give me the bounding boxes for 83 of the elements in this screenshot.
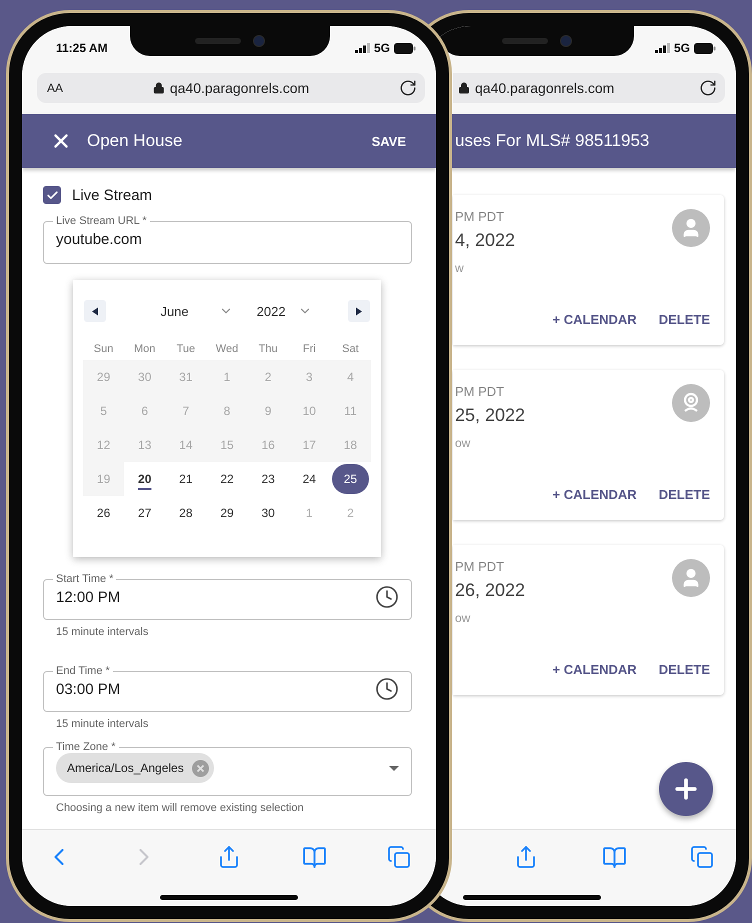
card-note: w <box>455 261 465 275</box>
helper-text: 15 minute intervals <box>56 626 150 638</box>
calendar-day[interactable]: 22 <box>206 462 248 496</box>
dropdown-caret-icon[interactable] <box>389 766 399 770</box>
app-title: uses For MLS# 98511953 <box>455 131 650 151</box>
card-time: PM PDT <box>455 384 506 399</box>
calendar-day[interactable]: 25 <box>332 464 369 494</box>
calendar-day[interactable]: 26 <box>83 496 124 530</box>
time-field[interactable]: End Time * 03:00 PM <box>43 666 412 712</box>
card-note: ow <box>455 436 472 450</box>
status-time: 11:25 AM <box>56 41 108 55</box>
app-title: Open House <box>87 131 182 151</box>
url-text: qa40.paragonrels.com <box>152 80 310 96</box>
book-icon <box>302 844 326 870</box>
time-zone-field[interactable]: Time Zone * America/Los_Angeles <box>43 742 412 796</box>
check-icon <box>46 188 58 202</box>
network-label: 5G <box>674 41 690 55</box>
add-calendar-button[interactable]: + CALENDAR <box>552 662 637 677</box>
next-month-button[interactable] <box>348 300 370 322</box>
share-icon <box>514 845 538 869</box>
lock-icon <box>152 82 165 94</box>
triangle-left-icon <box>91 306 99 316</box>
weekday-label: Mon <box>133 342 156 357</box>
card-date: 25, 2022 <box>455 405 526 426</box>
year-select[interactable]: 2022 <box>256 304 312 318</box>
helper-text: Choosing a new item will remove existing selection <box>56 802 305 814</box>
weekday-label: Sun <box>92 342 114 357</box>
tabs-icon <box>690 845 714 869</box>
share-icon <box>217 845 241 869</box>
calendar-day[interactable]: 23 <box>248 462 289 496</box>
book-icon <box>602 844 626 870</box>
lock-icon <box>458 82 470 94</box>
weekday-label: Wed <box>214 342 240 357</box>
card-date: 4, 2022 <box>455 230 516 251</box>
signal-icon <box>354 43 370 53</box>
address-bar[interactable]: AA qa40.paragonrels.com <box>37 73 425 103</box>
time-field[interactable]: Start Time * 12:00 PM <box>43 574 412 620</box>
helper-text: 15 minute intervals <box>56 718 150 730</box>
tabs-icon <box>387 845 411 869</box>
card-time: PM PDT <box>455 559 506 574</box>
weekday-label: Fri <box>302 342 317 357</box>
delete-button[interactable]: DELETE <box>658 312 710 327</box>
address-bar[interactable]: qa40.paragonrels.com <box>453 73 725 103</box>
url-text: qa40.paragonrels.com <box>458 80 614 96</box>
card-note: ow <box>455 611 472 625</box>
calendar-day[interactable]: 24 <box>288 462 330 496</box>
previous-month-button[interactable] <box>84 300 106 322</box>
calendar-day[interactable]: 27 <box>124 496 166 530</box>
field-label: Live Stream URL * <box>55 216 148 227</box>
add-button[interactable] <box>659 762 713 816</box>
delete-button[interactable]: DELETE <box>658 487 710 502</box>
checkbox-label: Live Stream <box>72 186 152 204</box>
delete-button[interactable]: DELETE <box>658 662 710 677</box>
signal-icon <box>654 43 670 53</box>
calendar-day[interactable]: 30 <box>248 496 289 530</box>
battery-icon <box>694 42 716 54</box>
calendar-day[interactable]: 21 <box>165 462 206 496</box>
month-select[interactable]: June <box>160 304 233 318</box>
field-label: Time Zone * <box>55 742 117 753</box>
field-label: End Time * <box>55 666 111 677</box>
add-calendar-button[interactable]: + CALENDAR <box>552 312 637 327</box>
field-label: Start Time * <box>55 574 114 585</box>
weekday-label: Thu <box>258 342 279 357</box>
calendar-day[interactable]: 20 <box>124 462 166 496</box>
url-field[interactable]: Live Stream URL * youtube.com <box>43 216 412 264</box>
reload-icon[interactable] <box>699 79 717 97</box>
clock-icon[interactable] <box>375 677 399 701</box>
triangle-right-icon <box>355 306 363 316</box>
network-label: 5G <box>374 41 390 55</box>
save-button[interactable]: SAVE <box>372 134 406 148</box>
add-calendar-button[interactable]: + CALENDAR <box>552 487 637 502</box>
checkbox[interactable] <box>43 186 61 204</box>
weekday-label: Sat <box>341 342 360 357</box>
text-size-button[interactable]: AA <box>47 81 64 95</box>
time-zone-chip[interactable]: America/Los_Angeles <box>56 753 214 783</box>
calendar-day[interactable]: 29 <box>206 496 248 530</box>
reload-icon[interactable] <box>399 79 417 97</box>
weekday-label: Tue <box>176 342 196 357</box>
calendar-day[interactable]: 28 <box>165 496 206 530</box>
card-date: 26, 2022 <box>455 580 526 601</box>
card-time: PM PDT <box>455 209 506 224</box>
battery-icon <box>394 42 416 54</box>
clock-icon[interactable] <box>375 585 399 609</box>
